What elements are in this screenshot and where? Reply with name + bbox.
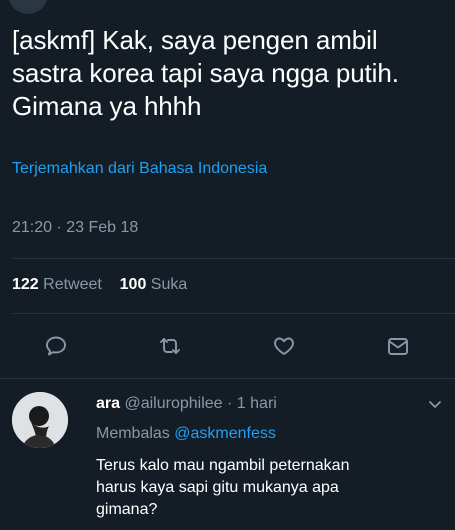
heart-icon [274, 337, 294, 355]
replying-handle-link[interactable]: @askmenfess [174, 425, 276, 442]
replying-to: Membalas @askmenfess [96, 425, 276, 443]
envelope-icon [388, 338, 408, 355]
divider [12, 258, 455, 259]
retweet-icon [160, 338, 180, 354]
divider [0, 378, 455, 379]
retweet-label: Retweet [43, 276, 102, 293]
separator: · [227, 395, 233, 412]
previous-avatar[interactable] [8, 0, 48, 14]
retweet-button[interactable] [157, 333, 183, 359]
reply-header: ara @ailurophilee · 1 hari [96, 395, 277, 413]
retweet-stat[interactable]: 122 Retweet [12, 276, 102, 293]
like-count: 100 [119, 276, 147, 293]
tweet-timestamp[interactable]: 21:20 · 23 Feb 18 [12, 219, 138, 237]
like-button[interactable] [271, 333, 297, 359]
translate-link[interactable]: Terjemahkan dari Bahasa Indonesia [12, 160, 267, 178]
reply-time[interactable]: 1 hari [237, 395, 277, 412]
retweet-count: 122 [12, 276, 39, 293]
replying-label: Membalas [96, 425, 170, 442]
direct-message-button[interactable] [385, 333, 411, 359]
reply-text: Terus kalo mau ngambil peternakan harus … [96, 457, 350, 518]
reply-author-name[interactable]: ara [96, 395, 120, 412]
divider [12, 313, 455, 314]
reply-icon [46, 336, 66, 356]
chevron-down-icon[interactable] [425, 398, 445, 412]
reply-button[interactable] [43, 333, 69, 359]
like-label: Suka [150, 276, 188, 293]
avatar[interactable] [12, 392, 68, 448]
avatar-image [12, 392, 68, 448]
tweet-text: [askmf] Kak, saya pengen ambil sastra ko… [12, 25, 399, 121]
tweet-stats: 122 Retweet 100 Suka [12, 276, 187, 294]
reply-author-handle[interactable]: @ailurophilee [124, 395, 222, 412]
like-stat[interactable]: 100 Suka [120, 276, 188, 293]
